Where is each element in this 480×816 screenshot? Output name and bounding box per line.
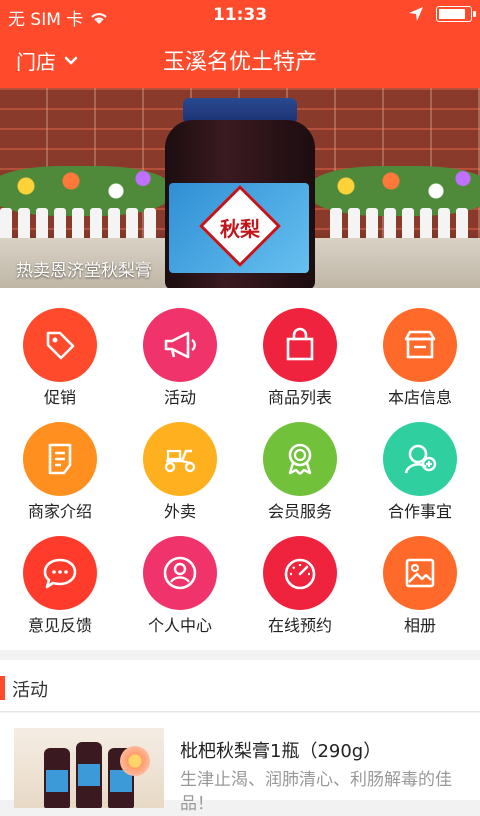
product-name: 枇杷秋梨膏1瓶（290g）	[180, 741, 382, 762]
status-icons	[408, 6, 476, 22]
menu-icon-circle	[383, 308, 457, 382]
menu-icon-circle	[143, 308, 217, 382]
section-title: 活动	[12, 680, 48, 701]
menu-item-personal-center[interactable]: 个人中心	[120, 516, 240, 635]
chat-bubble-icon	[43, 558, 77, 589]
menu-item-events[interactable]: 活动	[120, 288, 240, 407]
menu-item-member-service[interactable]: 会员服务	[240, 402, 360, 521]
storefront-icon	[404, 330, 436, 359]
section-accent-bar	[0, 676, 5, 700]
menu-icon-circle	[383, 536, 457, 610]
scooter-icon	[164, 449, 196, 473]
jar-label-text: 秋梨	[220, 217, 260, 241]
menu-item-takeout[interactable]: 外卖	[120, 402, 240, 521]
menu-icon-circle	[263, 536, 337, 610]
menu-item-label: 意见反馈	[27, 616, 92, 635]
product-thumbnail	[14, 728, 164, 808]
add-contact-icon	[404, 444, 437, 474]
menu-item-photo-album[interactable]: 相册	[360, 516, 480, 635]
menu-icon-circle	[143, 422, 217, 496]
menu-item-label: 个人中心	[147, 616, 212, 635]
menu-icon-circle	[383, 422, 457, 496]
location-arrow-icon	[409, 7, 423, 21]
speedometer-icon	[284, 558, 316, 590]
menu-item-feedback[interactable]: 意见反馈	[0, 516, 120, 635]
shopping-bag-icon	[286, 327, 314, 361]
status-bar: 无 SIM 卡 11:33	[0, 0, 480, 30]
battery-icon	[436, 6, 476, 22]
menu-item-store-info[interactable]: 本店信息	[360, 288, 480, 407]
user-profile-icon	[163, 556, 197, 590]
menu-item-product-list[interactable]: 商品列表	[240, 288, 360, 407]
product-list-item[interactable]: 枇杷秋梨膏1瓶（290g） 生津止渴、润肺清心、利肠解毒的佳品！	[0, 713, 480, 814]
menu-item-promotion[interactable]: 促销	[0, 288, 120, 407]
menu-icon-circle	[23, 308, 97, 382]
award-badge-icon	[288, 443, 312, 475]
top-nav-bar: 门店 玉溪名优土特产	[0, 30, 480, 88]
feature-menu-grid: 促销 活动 商品列表 本店信息 商家介绍 外卖 会员服务 合作事宜 意见反馈 个…	[0, 288, 480, 650]
page-title: 玉溪名优土特产	[162, 50, 317, 75]
menu-item-label: 相册	[403, 616, 436, 635]
menu-icon-circle	[263, 308, 337, 382]
menu-icon-circle	[23, 536, 97, 610]
product-description: 生津止渴、润肺清心、利肠解毒的佳品！	[180, 770, 452, 814]
promo-banner[interactable]: 秋梨 热卖恩济堂秋梨膏	[0, 88, 480, 288]
photo-album-icon	[405, 558, 435, 588]
menu-icon-circle	[143, 536, 217, 610]
menu-icon-circle	[23, 422, 97, 496]
menu-item-label: 在线预约	[267, 616, 332, 635]
megaphone-icon	[164, 331, 196, 359]
events-section-header: 活动	[0, 660, 480, 712]
menu-item-cooperation[interactable]: 合作事宜	[360, 402, 480, 521]
menu-item-merchant-intro[interactable]: 商家介绍	[0, 402, 120, 521]
menu-item-online-booking[interactable]: 在线预约	[240, 516, 360, 635]
banner-product-jar: 秋梨	[165, 98, 315, 288]
document-icon	[48, 443, 72, 475]
battery-fill	[439, 9, 466, 19]
menu-icon-circle	[263, 422, 337, 496]
banner-caption: 热卖恩济堂秋梨膏	[16, 261, 152, 281]
tag-icon	[46, 331, 75, 360]
